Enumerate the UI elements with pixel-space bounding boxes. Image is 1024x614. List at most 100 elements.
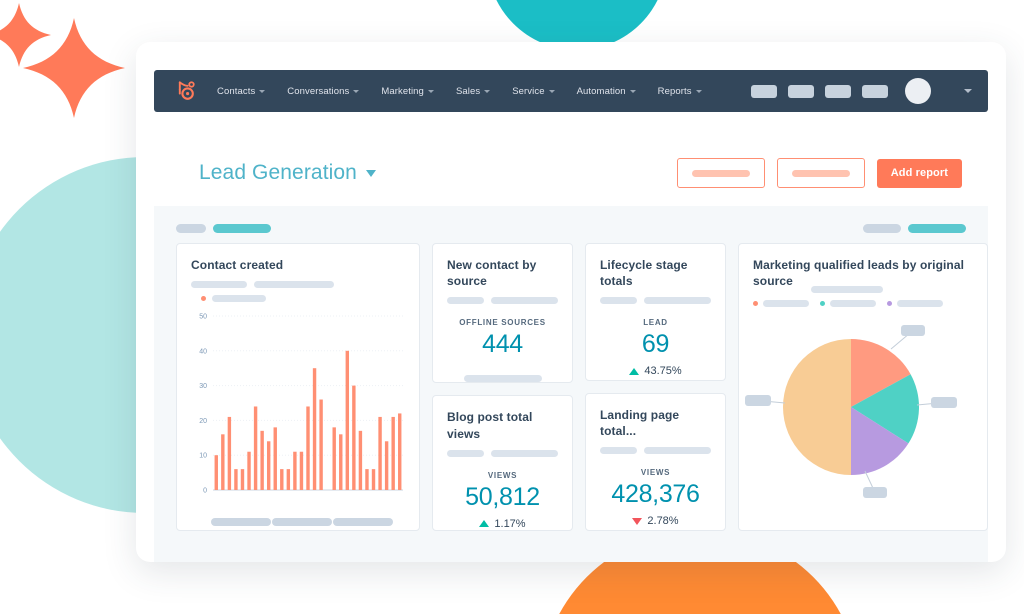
hubspot-sprocket-logo[interactable] bbox=[172, 78, 198, 104]
nav-item-reports[interactable]: Reports bbox=[647, 82, 713, 101]
nav-item-label: Automation bbox=[576, 85, 626, 97]
bar[interactable] bbox=[371, 469, 376, 491]
bar[interactable] bbox=[398, 413, 402, 491]
card-lifecycle-stage-totals[interactable]: Lifecycle stage totals LEAD 69 43.75% bbox=[585, 243, 726, 381]
button-placeholder-bar bbox=[691, 169, 750, 177]
bar[interactable] bbox=[384, 441, 389, 491]
pie-chart bbox=[739, 307, 987, 522]
subtitle-bar-1 bbox=[600, 447, 638, 455]
bar[interactable] bbox=[253, 406, 258, 491]
subtitle-bar-2 bbox=[644, 297, 711, 305]
kpi-metric-label: LEAD bbox=[643, 318, 668, 328]
nav-item-sales[interactable]: Sales bbox=[445, 82, 501, 101]
bar[interactable] bbox=[273, 427, 277, 491]
bar-chart: 0 10 20 30 40 50 bbox=[183, 308, 411, 513]
add-report-button[interactable]: Add report bbox=[876, 158, 962, 188]
bar[interactable] bbox=[339, 434, 343, 491]
bar[interactable] bbox=[319, 399, 323, 491]
nav-item-marketing[interactable]: Marketing bbox=[370, 82, 445, 101]
board-filter-placeholder-2[interactable] bbox=[213, 224, 271, 233]
bar[interactable] bbox=[240, 469, 245, 491]
subtitle-bar-1 bbox=[447, 297, 485, 305]
kpi-delta: 2.78% bbox=[586, 515, 725, 527]
nav-action-pill-4[interactable] bbox=[862, 84, 888, 98]
pie-callout-label-placeholder bbox=[745, 395, 771, 407]
card-mql-by-original-source[interactable]: Marketing qualified leads by original so… bbox=[738, 243, 988, 531]
board-action-placeholder-1[interactable] bbox=[863, 224, 901, 233]
bar[interactable] bbox=[332, 427, 336, 491]
bar[interactable] bbox=[299, 451, 304, 491]
bar[interactable] bbox=[358, 431, 363, 491]
trend-up-icon bbox=[629, 367, 640, 375]
kpi-metric-label: OFFLINE SOURCES bbox=[459, 318, 546, 328]
card-landing-page-totals[interactable]: Landing page total... VIEWS 428,376 2.78… bbox=[585, 392, 726, 531]
board-toolbar-right bbox=[863, 224, 966, 233]
nav-item-contacts[interactable]: Contacts bbox=[206, 82, 276, 101]
bar[interactable] bbox=[391, 417, 395, 491]
legend-label-placeholder-1 bbox=[763, 300, 809, 308]
nav-action-pill-3[interactable] bbox=[825, 84, 851, 98]
app-window: Contacts Conversations Marketing Sales S… bbox=[136, 42, 1006, 562]
nav-action-pill-2[interactable] bbox=[788, 84, 814, 98]
card-title: Blog post total views bbox=[447, 410, 533, 441]
kpi-footer-placeholder bbox=[463, 375, 542, 383]
pie-legend bbox=[739, 293, 987, 308]
pie-chart-svg bbox=[745, 325, 957, 499]
x-axis-label-2 bbox=[271, 518, 332, 527]
dashboard-board: Contact created 0 10 20 30 40 50 New con… bbox=[154, 206, 988, 562]
chevron-down-icon bbox=[427, 90, 434, 93]
kpi-value: 50,812 bbox=[465, 482, 540, 511]
y-axis-tick-label: 10 bbox=[199, 453, 207, 460]
nav-action-pill-1[interactable] bbox=[751, 84, 777, 98]
user-avatar[interactable] bbox=[905, 78, 931, 104]
card-subtitle-placeholders bbox=[433, 442, 572, 457]
bar[interactable] bbox=[234, 469, 238, 491]
bar[interactable] bbox=[365, 469, 369, 491]
kpi-value: 428,376 bbox=[611, 480, 700, 509]
bar[interactable] bbox=[280, 469, 284, 491]
bar[interactable] bbox=[260, 431, 264, 491]
nav-item-label: Service bbox=[512, 85, 545, 97]
card-contact-created[interactable]: Contact created 0 10 20 30 40 50 bbox=[176, 243, 420, 531]
bar[interactable] bbox=[293, 451, 297, 491]
bar[interactable] bbox=[378, 417, 382, 491]
legend-label-placeholder-2 bbox=[830, 300, 876, 308]
x-axis-label-placeholders bbox=[177, 513, 419, 527]
legend-dot-icon-2 bbox=[820, 301, 825, 307]
nav-item-automation[interactable]: Automation bbox=[566, 82, 647, 101]
nav-item-conversations[interactable]: Conversations bbox=[276, 82, 370, 101]
secondary-action-button-2[interactable] bbox=[776, 158, 865, 188]
pie-slice[interactable] bbox=[783, 339, 851, 476]
pie-callout-label-placeholder bbox=[863, 487, 887, 499]
secondary-action-button-1[interactable] bbox=[676, 158, 765, 188]
chevron-down-icon[interactable] bbox=[964, 89, 972, 93]
chevron-down-icon bbox=[353, 90, 360, 93]
pie-callout-label-placeholder bbox=[901, 325, 925, 337]
board-action-placeholder-2[interactable] bbox=[908, 224, 966, 233]
x-axis-label-1 bbox=[211, 518, 272, 527]
kpi-column-1: New contact by source OFFLINE SOURCES 44… bbox=[432, 243, 573, 531]
bar[interactable] bbox=[345, 350, 350, 491]
bar[interactable] bbox=[221, 434, 225, 491]
bar[interactable] bbox=[352, 385, 356, 491]
bar[interactable] bbox=[266, 441, 271, 491]
legend-label-placeholder-3 bbox=[897, 300, 943, 308]
bar[interactable] bbox=[214, 455, 218, 491]
board-filter-placeholder-1[interactable] bbox=[176, 224, 206, 233]
dashboard-title-dropdown[interactable]: Lead Generation bbox=[199, 161, 376, 185]
bar[interactable] bbox=[312, 368, 317, 491]
bar-chart-svg: 0 10 20 30 40 50 bbox=[199, 314, 403, 495]
card-new-contact-by-source[interactable]: New contact by source OFFLINE SOURCES 44… bbox=[432, 243, 573, 384]
kpi-delta: 1.17% bbox=[433, 518, 572, 530]
legend-label-placeholder bbox=[212, 295, 266, 303]
bar[interactable] bbox=[286, 469, 291, 491]
nav-right-actions bbox=[751, 78, 988, 104]
bar[interactable] bbox=[227, 417, 232, 491]
bar[interactable] bbox=[306, 406, 310, 491]
nav-item-service[interactable]: Service bbox=[501, 82, 565, 101]
bar[interactable] bbox=[247, 451, 251, 491]
kpi-column-2: Lifecycle stage totals LEAD 69 43.75% La… bbox=[585, 243, 726, 531]
kpi-value: 444 bbox=[482, 330, 523, 359]
card-blog-post-total-views[interactable]: Blog post total views VIEWS 50,812 1.17% bbox=[432, 395, 573, 531]
page-title: Lead Generation bbox=[199, 161, 357, 184]
